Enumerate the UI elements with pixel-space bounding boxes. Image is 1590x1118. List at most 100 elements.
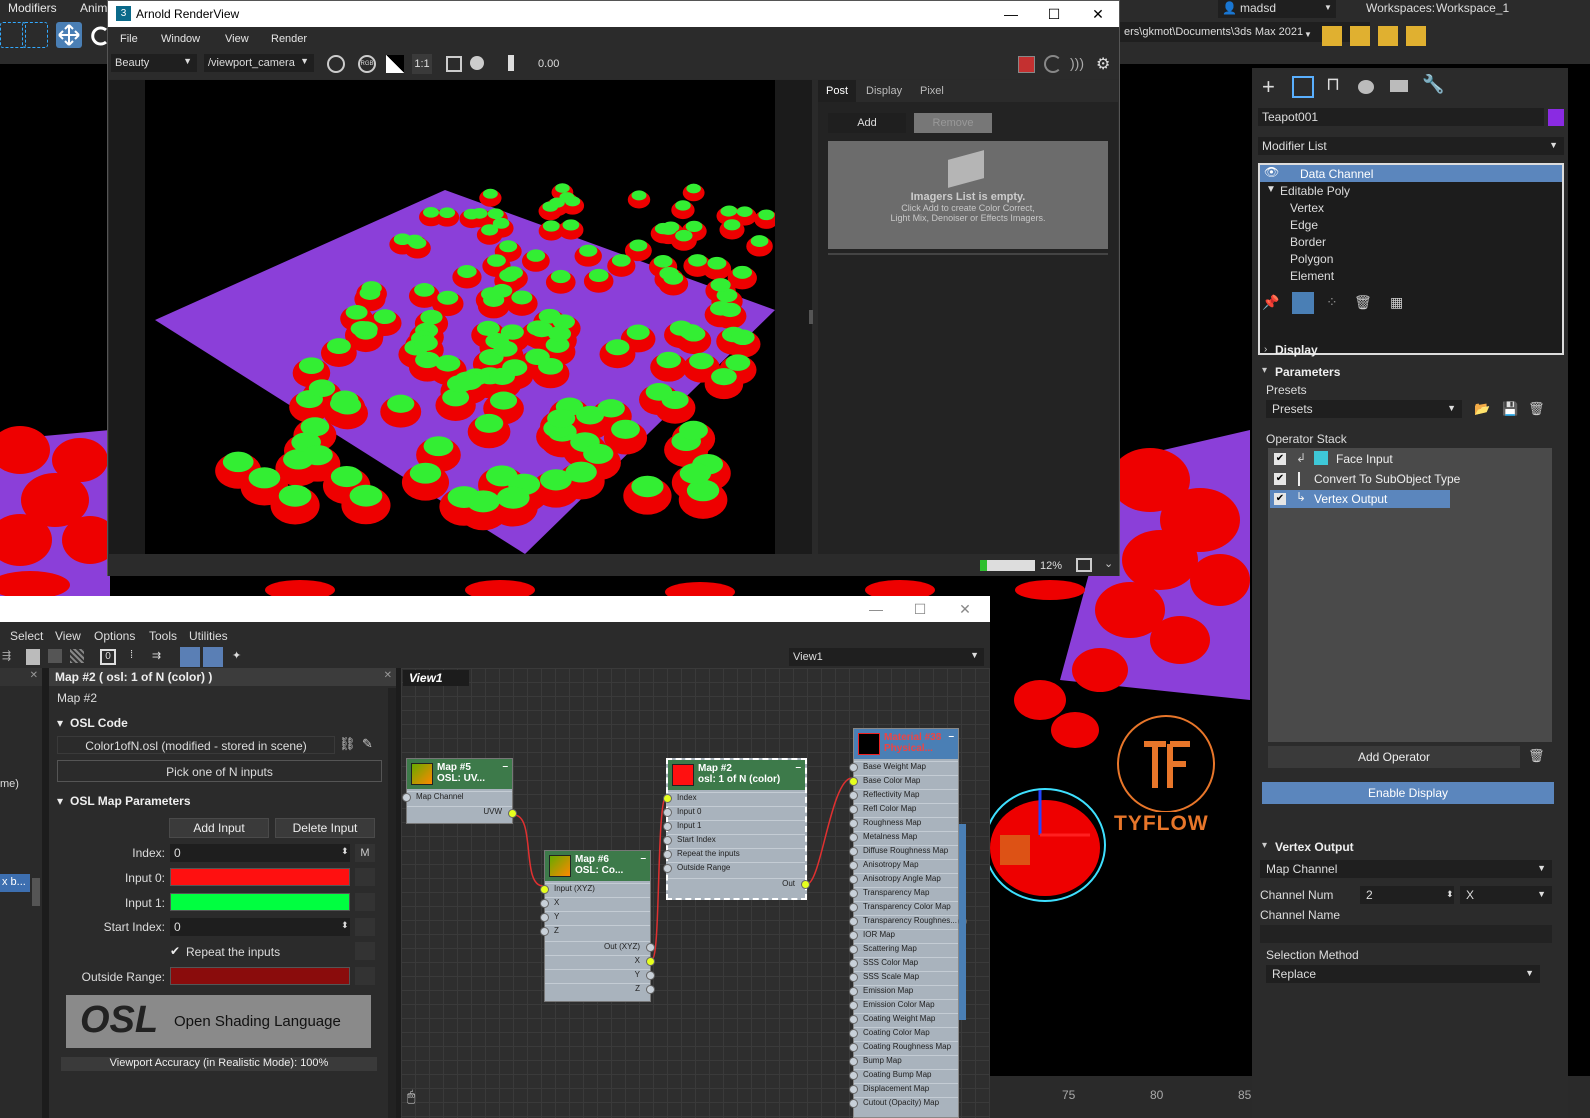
outside-range-map-button[interactable] <box>355 967 375 985</box>
hide-unused-icon[interactable]: ⇉ <box>152 649 166 665</box>
operator-checkbox[interactable]: ✔ <box>1274 453 1286 465</box>
stack-item-border[interactable]: Border <box>1290 235 1326 249</box>
view-select[interactable]: View1 ▼ <box>789 648 984 666</box>
output-port[interactable] <box>646 971 655 980</box>
input-port[interactable] <box>849 1043 858 1052</box>
channel-toggle-icon[interactable] <box>327 55 345 73</box>
stack-item-editable-poly[interactable]: Editable Poly <box>1280 184 1350 198</box>
menu-select[interactable]: Select <box>10 629 43 643</box>
expand-arrow-icon[interactable]: ▼ <box>1266 184 1276 195</box>
index-spinner[interactable]: 0 <box>170 844 350 862</box>
channel-num-spinner[interactable]: 2 <box>1360 886 1454 904</box>
map-name-field[interactable]: Map #2 <box>49 688 396 708</box>
user-menu[interactable]: 👤 madsd ▼ <box>1218 0 1336 18</box>
stop-render-icon[interactable] <box>1018 56 1035 73</box>
expand-arrow-icon[interactable]: ▾ <box>1262 840 1267 851</box>
display-tab-icon[interactable] <box>1390 80 1408 92</box>
remove-imager-button[interactable]: Remove <box>914 113 992 133</box>
osl-code-section-title[interactable]: OSL Code <box>70 716 128 730</box>
exposure-slider[interactable] <box>508 55 514 71</box>
utilities-tab-icon[interactable]: 🔧 <box>1422 74 1444 95</box>
assign-material-icon[interactable] <box>26 649 40 665</box>
reset-map-icon[interactable] <box>48 649 62 663</box>
output-type-dropdown[interactable]: Map Channel ▼ <box>1260 860 1552 878</box>
tab-pixel[interactable]: Pixel <box>920 85 944 97</box>
operator-checkbox[interactable]: ✔ <box>1274 493 1286 505</box>
close-icon[interactable]: ✕ <box>955 599 975 619</box>
tab-post[interactable]: Post <box>818 80 856 102</box>
presets-dropdown[interactable]: Presets ▼ <box>1266 400 1462 418</box>
operator-checkbox[interactable]: ✔ <box>1274 473 1286 485</box>
input-port[interactable] <box>849 875 858 884</box>
collapse-node-icon[interactable]: – <box>795 762 801 773</box>
input-port[interactable] <box>663 794 672 803</box>
input-port[interactable] <box>849 917 858 926</box>
selection-method-dropdown[interactable]: Replace ▼ <box>1266 965 1540 983</box>
maximize-icon[interactable]: ☐ <box>910 599 930 619</box>
input-port[interactable] <box>663 822 672 831</box>
input-port[interactable] <box>849 1001 858 1010</box>
motion-tab-icon[interactable] <box>1358 80 1374 94</box>
delete-input-button[interactable]: Delete Input <box>275 818 375 838</box>
minimize-icon[interactable]: — <box>1001 4 1021 24</box>
menu-options[interactable]: Options <box>94 629 135 643</box>
collapse-arrow-icon[interactable]: › <box>1264 344 1267 355</box>
hierarchy-tab-icon[interactable]: ⊓ <box>1326 74 1340 95</box>
enable-display-button[interactable]: Enable Display <box>1262 782 1554 804</box>
background-icon[interactable] <box>70 649 84 663</box>
show-map-icon[interactable]: 0 <box>100 649 116 665</box>
configure-sets-icon[interactable]: ▦ <box>1390 294 1403 311</box>
axis-dropdown[interactable]: X ▼ <box>1460 886 1552 904</box>
menu-file[interactable]: File <box>120 33 138 45</box>
input-port[interactable] <box>402 793 411 802</box>
vertex-output-rollout-title[interactable]: Vertex Output <box>1275 840 1354 854</box>
collapse-node-icon[interactable]: – <box>640 853 646 864</box>
checker-icon[interactable] <box>386 55 404 73</box>
render-canvas[interactable] <box>109 80 813 554</box>
input-port[interactable] <box>849 805 858 814</box>
camera-select[interactable]: /viewport_camera ▼ <box>204 54 314 72</box>
delete-operator-icon[interactable]: 🗑 <box>1528 748 1545 764</box>
start-index-map-button[interactable] <box>355 918 375 936</box>
minimize-icon[interactable]: — <box>866 599 886 619</box>
input-port[interactable] <box>849 1099 858 1108</box>
menu-tools[interactable]: Tools <box>149 629 177 643</box>
operator-face-input[interactable]: Face Input <box>1336 452 1393 466</box>
input-port[interactable] <box>849 1085 858 1094</box>
input-port[interactable] <box>849 973 858 982</box>
eye-icon[interactable]: 👁 <box>1264 165 1279 179</box>
input-port[interactable] <box>849 1015 858 1024</box>
input-port[interactable] <box>849 959 858 968</box>
repeat-checkbox[interactable]: ✔ <box>170 944 180 958</box>
operator-convert-subobject[interactable]: Convert To SubObject Type <box>1314 472 1460 486</box>
input1-map-button[interactable] <box>355 893 375 911</box>
osl-params-section-title[interactable]: OSL Map Parameters <box>70 794 191 808</box>
index-map-button[interactable]: M <box>355 844 375 862</box>
menu-view[interactable]: View <box>225 33 249 45</box>
repeat-map-button[interactable] <box>355 942 375 960</box>
browser-item[interactable]: me) <box>0 778 19 790</box>
collapse-icon[interactable]: ▾ <box>57 716 63 730</box>
input-port[interactable] <box>849 833 858 842</box>
input-port[interactable] <box>540 885 549 894</box>
layout-icon[interactable]: ⇶ <box>2 649 18 665</box>
ipr-icon[interactable]: ))) <box>1070 55 1088 73</box>
menu-view[interactable]: View <box>55 629 81 643</box>
params-scrollbar[interactable] <box>388 688 396 1118</box>
refresh-icon[interactable] <box>1044 55 1062 73</box>
input-port[interactable] <box>849 1071 858 1080</box>
collapse-node-icon[interactable]: – <box>502 761 508 772</box>
path-dropdown-icon[interactable]: ▼ <box>1304 30 1312 39</box>
parameters-rollout-title[interactable]: Parameters <box>1275 365 1340 379</box>
menu-modifiers[interactable]: Modifiers <box>8 1 57 15</box>
osl-file-field[interactable]: Color1ofN.osl (modified - stored in scen… <box>57 736 335 754</box>
crop-icon[interactable] <box>470 56 484 70</box>
window-crossing-icon[interactable] <box>22 22 48 48</box>
input0-map-button[interactable] <box>355 868 375 886</box>
move-children-icon[interactable]: ⁞ <box>130 649 144 665</box>
input-port[interactable] <box>540 927 549 936</box>
input-port[interactable] <box>849 791 858 800</box>
expand-arrow-icon[interactable]: ▾ <box>1262 365 1267 376</box>
input-port[interactable] <box>663 836 672 845</box>
browser-item-selected[interactable]: x b... <box>0 874 30 892</box>
